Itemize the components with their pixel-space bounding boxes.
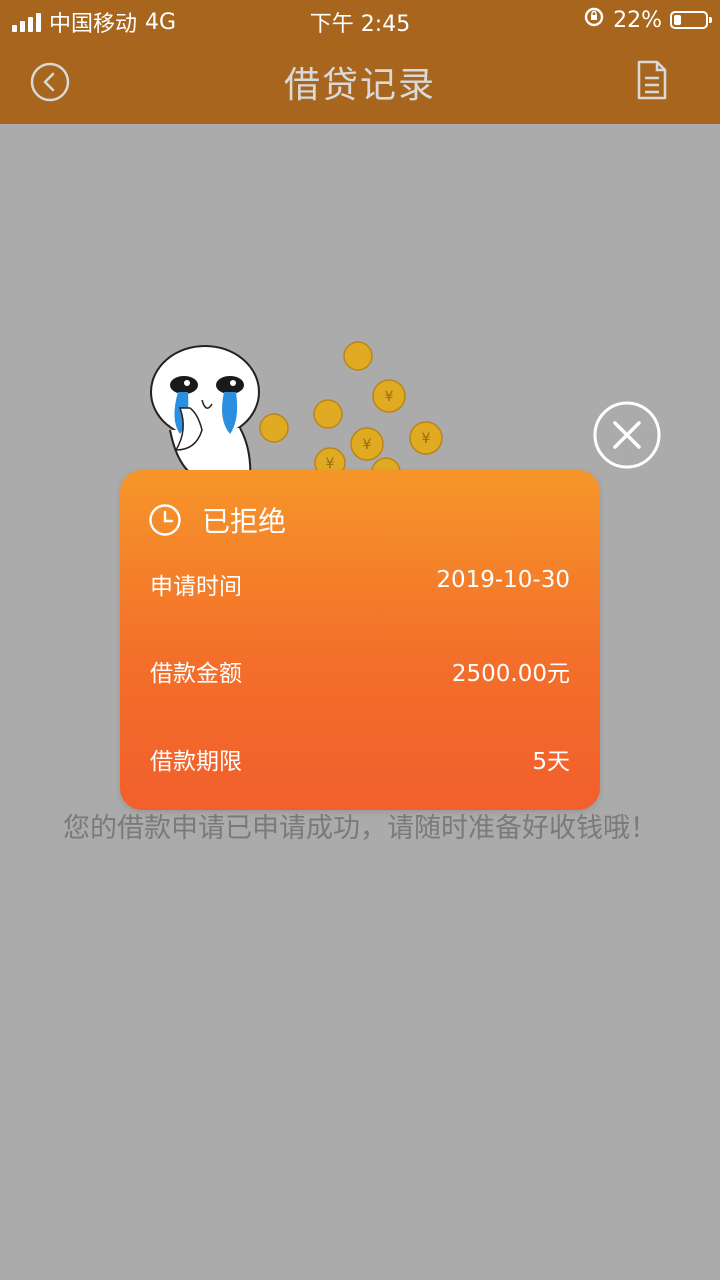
crying-coins-illustration: ¥ ¥ ¥ ¥ xyxy=(140,330,460,487)
info-row-amount: 借款金额 2500.00元 xyxy=(150,654,570,688)
records-button[interactable] xyxy=(636,60,668,104)
nav-bar: 借贷记录 xyxy=(0,38,720,124)
document-icon xyxy=(637,60,667,100)
row-value: 5天 xyxy=(532,749,570,775)
svg-text:¥: ¥ xyxy=(385,389,394,405)
row-label: 借款金额 xyxy=(150,661,242,687)
info-row-apply-time: 申请时间 2019-10-30 xyxy=(150,567,570,601)
status-header: 已拒绝 xyxy=(148,500,286,540)
svg-text:¥: ¥ xyxy=(422,431,431,447)
battery-percent: 22% xyxy=(613,7,662,33)
status-label: 已拒绝 xyxy=(202,505,287,538)
close-icon xyxy=(593,401,661,469)
status-bar: 中国移动 4G 下午 2:45 22% xyxy=(0,0,720,38)
loan-status-card: 已拒绝 申请时间 2019-10-30 借款金额 2500.00元 借款期限 5… xyxy=(120,470,600,810)
close-button[interactable] xyxy=(593,401,661,469)
svg-text:¥: ¥ xyxy=(363,437,372,453)
battery-icon xyxy=(670,11,712,29)
page-title: 借贷记录 xyxy=(283,65,436,106)
row-label: 申请时间 xyxy=(150,574,242,600)
rotation-lock-icon xyxy=(583,6,605,34)
status-right: 22% xyxy=(583,6,712,34)
clock-icon xyxy=(149,504,181,536)
row-value: 2500.00元 xyxy=(451,661,570,687)
row-value: 2019-10-30 xyxy=(436,567,570,593)
success-message: 您的借款申请已申请成功，请随时准备好收钱哦！ xyxy=(63,813,657,844)
row-label: 借款期限 xyxy=(150,749,242,775)
info-row-term: 借款期限 5天 xyxy=(150,742,570,776)
